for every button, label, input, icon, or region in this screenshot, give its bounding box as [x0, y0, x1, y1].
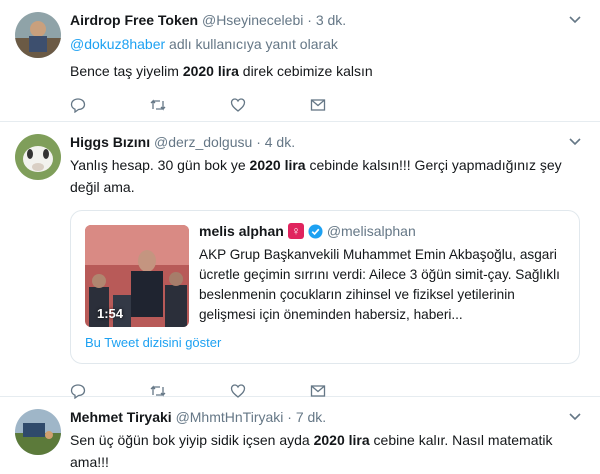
author-handle[interactable]: @Hseyinecelebi	[202, 12, 303, 28]
author-name[interactable]: Higgs Bızını	[70, 134, 150, 150]
timestamp[interactable]: 7 dk.	[296, 409, 326, 425]
quoted-tweet-body: melis alphan ♀ @melisalphan AKP Grup Baş…	[199, 221, 569, 325]
tweet-text-part: Yanlış hesap. 30 gün bok ye	[70, 157, 250, 173]
highlighted-term: 2020 lira	[249, 157, 306, 173]
tweet-text-part: direk cebimize kalsın	[238, 63, 373, 79]
tweet[interactable]: Higgs Bızını @derz_dolgusu · 4 dk. Yanlı…	[0, 122, 600, 399]
highlighted-term: 2020 lira	[182, 63, 239, 79]
female-sign-emoji: ♀	[287, 223, 304, 239]
tweet[interactable]: Mehmet Tiryaki @MhmtHnTiryaki · 7 dk. Se…	[0, 397, 600, 474]
author-handle[interactable]: @derz_dolgusu	[154, 134, 252, 150]
video-duration: 1:54	[97, 306, 124, 321]
quoted-tweet-text: AKP Grup Başkanvekili Muhammet Emin Akba…	[199, 247, 560, 322]
tweet[interactable]: Airdrop Free Token @Hseyinecelebi · 3 dk…	[0, 0, 600, 122]
message-icon	[310, 99, 326, 111]
reply-button[interactable]	[70, 88, 150, 122]
tweet-header: Mehmet Tiryaki @MhmtHnTiryaki · 7 dk.	[70, 407, 588, 427]
highlighted-term: 2020 lira	[313, 432, 370, 448]
timestamp[interactable]: 3 dk.	[316, 12, 346, 28]
like-icon	[230, 98, 246, 112]
quoted-author-handle[interactable]: @melisalphan	[327, 221, 416, 241]
quoted-tweet[interactable]: 1:54 melis alphan ♀ @melisalphan AKP Gru…	[70, 210, 580, 364]
message-button[interactable]	[310, 88, 390, 122]
verified-icon	[308, 223, 323, 239]
mention-link[interactable]: @dokuz8haber	[70, 36, 165, 52]
author-handle[interactable]: @MhmtHnTiryaki	[176, 409, 284, 425]
timestamp[interactable]: 4 dk.	[265, 134, 295, 150]
tweet-text: Sen üç öğün bok yiyip sidik içsen ayda 2…	[70, 429, 588, 473]
reply-context-label: adlı kullanıcıya yanıt olarak	[165, 36, 338, 52]
avatar[interactable]	[15, 12, 61, 58]
tweet-text: Yanlış hesap. 30 gün bok ye 2020 lira ce…	[70, 154, 588, 198]
tweet-header: Higgs Bızını @derz_dolgusu · 4 dk.	[70, 132, 588, 152]
quoted-tweet-header: melis alphan ♀ @melisalphan	[199, 221, 569, 241]
show-thread-link[interactable]: Bu Tweet dizisini göster	[85, 335, 221, 350]
reply-icon	[70, 98, 86, 113]
like-button[interactable]	[230, 88, 310, 122]
tweet-text-part: Bence taş yiyelim	[70, 63, 183, 79]
tweet-header: Airdrop Free Token @Hseyinecelebi · 3 dk…	[70, 10, 588, 30]
tweet-actions	[70, 88, 588, 122]
caret-down-icon[interactable]	[568, 134, 582, 148]
avatar[interactable]	[15, 409, 61, 455]
author-name[interactable]: Mehmet Tiryaki	[70, 409, 172, 425]
avatar[interactable]	[15, 134, 61, 180]
caret-down-icon[interactable]	[568, 409, 582, 423]
separator-dot: ·	[256, 134, 261, 150]
separator-dot: ·	[287, 409, 292, 425]
author-name[interactable]: Airdrop Free Token	[70, 12, 198, 28]
quoted-author-name[interactable]: melis alphan	[199, 221, 284, 241]
tweet-text: Bence taş yiyelim 2020 lira direk cebimi…	[70, 60, 588, 82]
video-thumbnail[interactable]: 1:54	[85, 225, 189, 327]
retweet-button[interactable]	[150, 88, 230, 122]
reply-context: @dokuz8haber adlı kullanıcıya yanıt olar…	[70, 34, 588, 54]
caret-down-icon[interactable]	[568, 12, 582, 26]
retweet-icon	[150, 99, 166, 111]
tweet-text-part: Sen üç öğün bok yiyip sidik içsen ayda	[70, 432, 314, 448]
separator-dot: ·	[307, 12, 312, 28]
